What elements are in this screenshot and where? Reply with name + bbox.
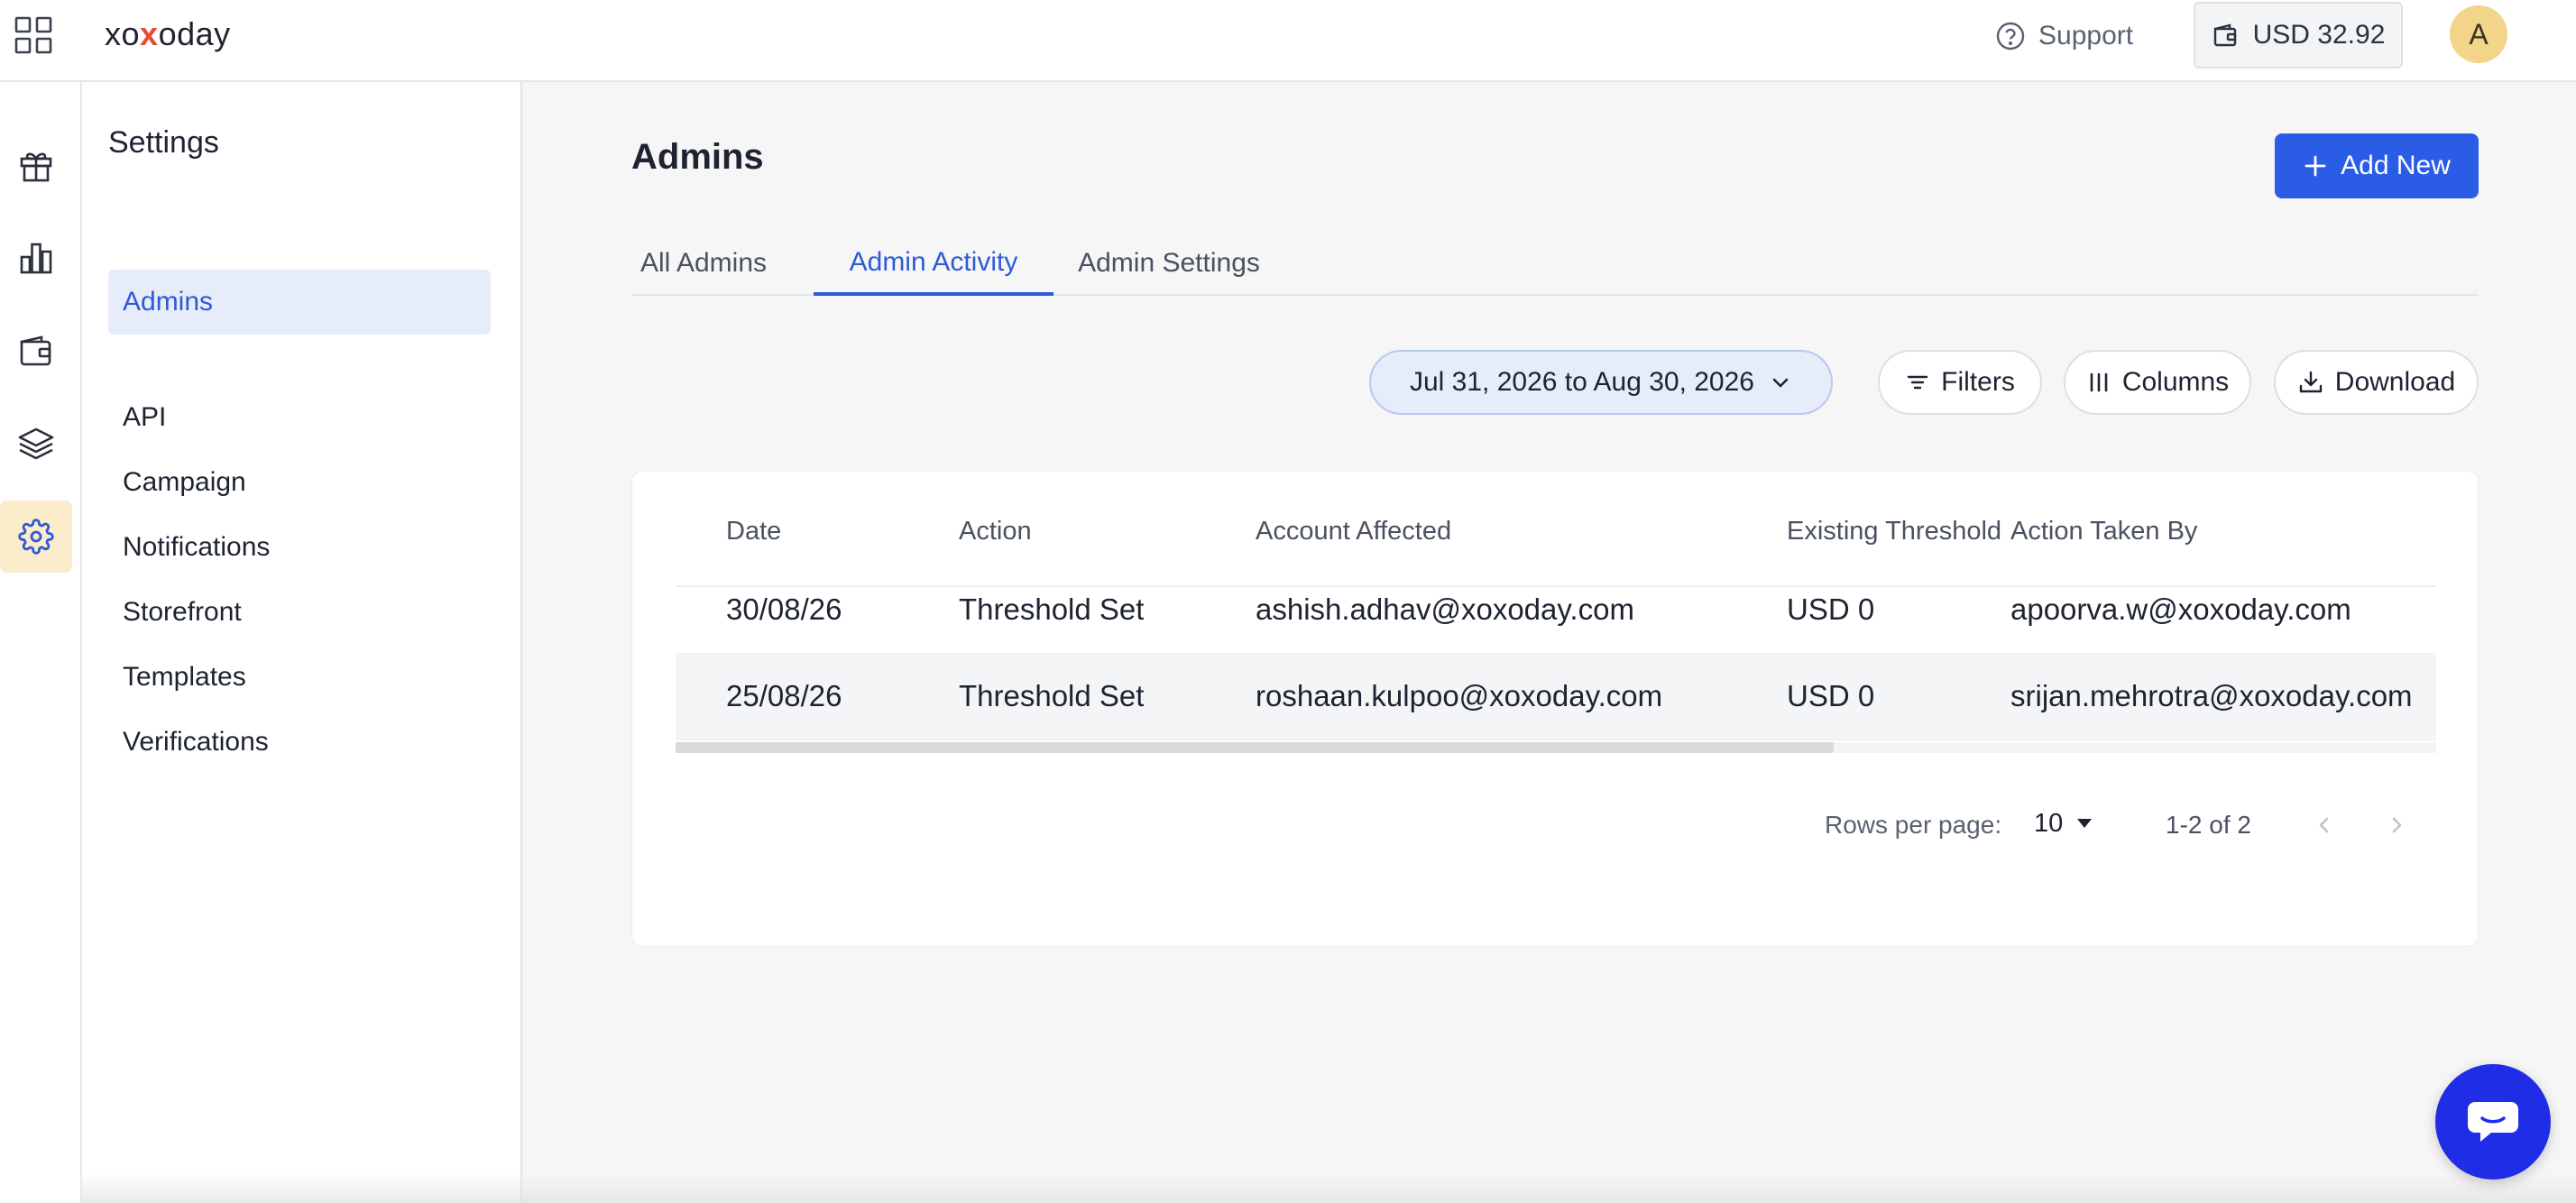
rail-item-rewards[interactable] (0, 129, 72, 201)
cell-existing-threshold: USD 0 (1787, 592, 1875, 626)
sidebar-item-admins[interactable]: Admins (108, 270, 491, 335)
sidebar-title: Settings (108, 125, 219, 160)
column-header-account-affected[interactable]: Account Affected (1256, 517, 1725, 546)
wallet-balance: USD 32.92 (2252, 20, 2386, 50)
rail-item-catalog[interactable] (0, 408, 72, 480)
tab-all-admins[interactable]: All Admins (631, 233, 776, 294)
column-header-action[interactable]: Action (959, 517, 1211, 546)
date-range-value: Jul 31, 2026 to Aug 30, 2026 (1410, 367, 1754, 397)
sidebar-item-campaign[interactable]: Campaign (108, 450, 491, 515)
cell-action-taken-by: apoorva.w@xoxoday.com (2010, 592, 2351, 626)
chevron-down-icon (1769, 371, 1792, 394)
column-header-date[interactable]: Date (726, 517, 906, 546)
sidebar-item-notifications[interactable]: Notifications (108, 515, 491, 580)
caret-down-icon (2075, 818, 2093, 829)
cell-account-affected: ashish.adhav@xoxoday.com (1256, 592, 1634, 626)
admin-tabs: All Admins Admin Activity Admin Settings (631, 233, 2479, 296)
icon-rail (0, 82, 82, 1203)
horizontal-scrollbar-thumb[interactable] (676, 742, 1834, 753)
pagination-range: 1-2 of 2 (2166, 811, 2251, 839)
chevron-right-icon (2386, 814, 2407, 836)
page-title: Admins (631, 137, 764, 177)
wallet-icon (2212, 22, 2239, 49)
user-avatar[interactable]: A (2450, 5, 2507, 63)
filter-icon (1905, 370, 1930, 395)
next-page-button[interactable] (2378, 807, 2415, 843)
help-circle-icon (1995, 21, 2026, 51)
support-link[interactable]: Support (1995, 16, 2133, 56)
support-label: Support (2038, 21, 2134, 51)
download-button[interactable]: Download (2274, 350, 2479, 415)
download-label: Download (2334, 367, 2456, 397)
app-grid-icon[interactable] (14, 16, 52, 54)
logo-text-start: xo (105, 15, 141, 52)
plus-icon (2303, 153, 2328, 179)
date-range-picker[interactable]: Jul 31, 2026 to Aug 30, 2026 (1369, 350, 1833, 415)
cell-existing-threshold: USD 0 (1787, 679, 1875, 712)
column-header-existing-threshold[interactable]: Existing Threshold (1787, 517, 2010, 546)
settings-sidebar: Settings Account Admins API Campaign Not… (82, 82, 522, 1203)
chat-bubble-icon (2464, 1097, 2522, 1147)
columns-icon (2086, 370, 2111, 395)
bar-chart-icon (17, 239, 55, 277)
rail-item-reports[interactable] (0, 222, 72, 294)
bottom-shadow (82, 1172, 2576, 1203)
columns-button[interactable]: Columns (2064, 350, 2251, 415)
wallet-icon (17, 332, 55, 370)
xoxoday-logo[interactable]: xo x oday (105, 14, 231, 54)
previous-page-button[interactable] (2306, 807, 2342, 843)
tab-admin-activity[interactable]: Admin Activity (814, 233, 1053, 296)
rows-per-page-value: 10 (2034, 808, 2064, 838)
rail-item-wallet[interactable] (0, 315, 72, 387)
download-icon (2297, 369, 2324, 396)
add-new-label: Add New (2341, 151, 2451, 180)
cell-action: Threshold Set (959, 679, 1145, 712)
cell-date: 25/08/26 (726, 679, 842, 712)
rows-per-page-label: Rows per page: (1825, 811, 2002, 839)
cell-account-affected: roshaan.kulpoo@xoxoday.com (1256, 679, 1663, 712)
logo-text-x: x (140, 15, 159, 52)
layers-icon (17, 425, 55, 463)
tab-admin-settings[interactable]: Admin Settings (1053, 233, 1284, 294)
wallet-balance-button[interactable]: USD 32.92 (2194, 2, 2403, 69)
cell-date: 30/08/26 (726, 592, 842, 626)
cell-action-taken-by: srijan.mehrotra@xoxoday.com (2010, 679, 2413, 712)
chat-support-button[interactable] (2435, 1064, 2551, 1180)
column-header-action-taken-by[interactable]: Action Taken By (2010, 517, 2436, 546)
chevron-left-icon (2314, 814, 2335, 836)
cell-action: Threshold Set (959, 592, 1145, 626)
sidebar-item-templates[interactable]: Templates (108, 645, 491, 710)
settings-gear-icon (18, 519, 54, 555)
gift-icon (17, 146, 55, 184)
filters-button[interactable]: Filters (1878, 350, 2042, 415)
rows-per-page-select[interactable]: 10 (2034, 805, 2093, 841)
sidebar-item-api[interactable]: API (108, 385, 491, 450)
logo-text-end: oday (158, 15, 231, 52)
sidebar-item-storefront[interactable]: Storefront (108, 580, 491, 645)
sidebar-item-verifications[interactable]: Verifications (108, 710, 491, 775)
rail-item-settings[interactable] (0, 500, 72, 573)
columns-label: Columns (2121, 367, 2230, 397)
top-bar: xo x oday Support USD 32.92 A (0, 0, 2576, 82)
add-new-button[interactable]: Add New (2275, 133, 2479, 198)
filters-label: Filters (1941, 367, 2015, 397)
admin-activity-table-card: Date Action Account Affected Existing Th… (631, 471, 2479, 947)
